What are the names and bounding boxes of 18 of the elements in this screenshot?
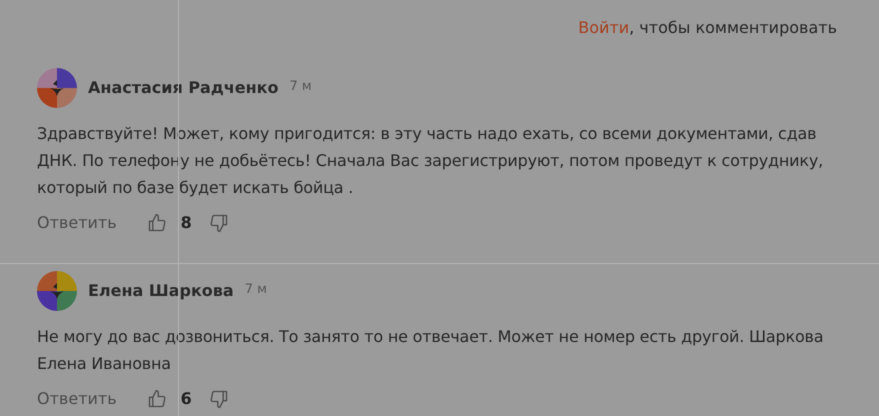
author-name: Анастасия Радченко: [88, 77, 279, 99]
login-link[interactable]: Войти: [578, 18, 630, 37]
like-count: 8: [180, 212, 193, 234]
thumbs-down-icon[interactable]: [208, 213, 229, 233]
like-count: 6: [180, 388, 193, 410]
thumbs-up-icon[interactable]: [146, 389, 167, 409]
reply-button[interactable]: Ответить: [37, 211, 117, 235]
thumbs-down-icon[interactable]: [208, 389, 229, 409]
reply-button[interactable]: Ответить: [37, 387, 117, 411]
comment-time: 7 м: [290, 78, 312, 96]
comment-text: Не могу до вас дозвониться. То занято то не отвечает. Может не номер есть другой. Шаркова Елена Ивановна: [37, 326, 824, 375]
thumbs-up-icon[interactable]: [146, 213, 167, 233]
avatar-icon: [37, 68, 77, 108]
comment-text: Здравствуйте! Может, кому пригодится: в эту часть надо ехать, со всеми документами, сдав ДНК. По телефону не добьётесь! Сначала Вас зарегистрируют, потом проведут к сотруднику, который по базе будет искать бойца .: [37, 123, 824, 199]
avatar-icon: [37, 271, 77, 311]
author-name: Елена Шаркова: [88, 280, 234, 302]
comment-time: 7 м: [244, 281, 267, 300]
login-prompt: Войти, чтобы комментировать: [578, 17, 837, 39]
